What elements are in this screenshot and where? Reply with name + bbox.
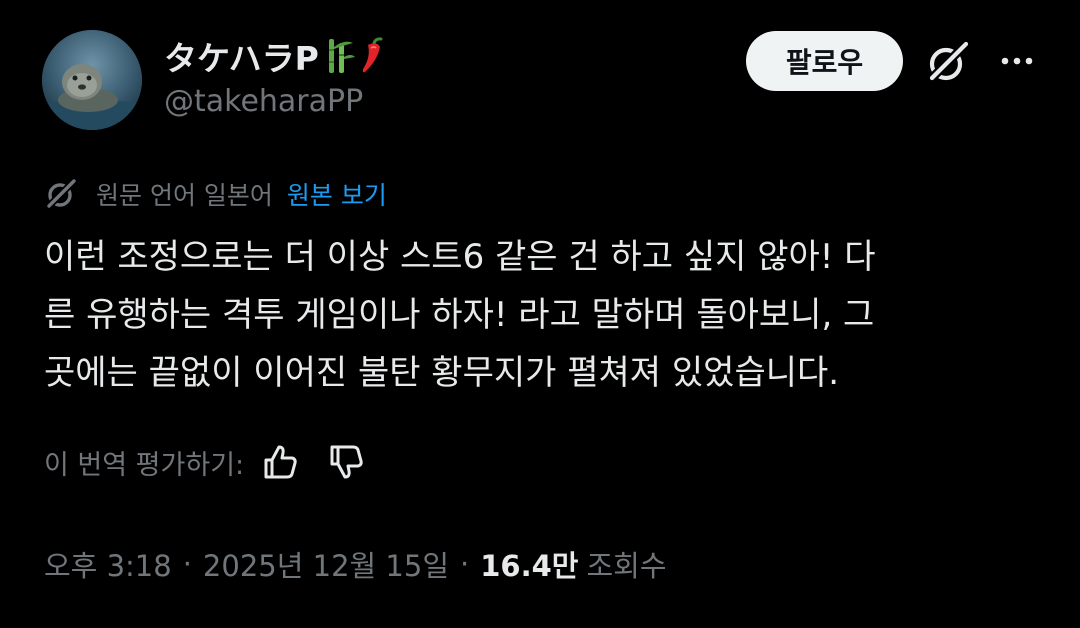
translation-notice: 원문 언어 일본어 원본 보기 [44, 174, 387, 214]
more-options-button[interactable] [996, 48, 1038, 74]
bamboo-icon [328, 39, 355, 73]
tweet-date[interactable]: 2025년 12월 15일 [203, 543, 449, 585]
meta-separator: · [460, 547, 470, 581]
tweet-time[interactable]: 오후 3:18 [44, 543, 172, 585]
author-name-row[interactable]: タケハラP [164, 34, 385, 78]
grok-translate-icon [45, 177, 78, 210]
chili-pepper-icon [362, 37, 383, 73]
tweet-text-line: 른 유행하는 격투 게임이나 하자! 라고 말하며 돌아보니, 그 [44, 295, 875, 335]
avatar[interactable] [42, 30, 142, 130]
author-display-name[interactable]: タケハラP [164, 32, 319, 80]
grok-icon [927, 39, 971, 83]
grok-button[interactable] [924, 38, 972, 86]
tweet-text-line: 곳에는 끝없이 이어진 불탄 황무지가 펼쳐져 있었습니다. [44, 353, 840, 393]
rate-translation-label: 이 번역 평가하기: [44, 449, 245, 481]
author-handle[interactable]: @takeharaPP [164, 84, 363, 119]
avatar-seal-image [42, 30, 142, 130]
thumbs-up-icon[interactable] [260, 442, 300, 482]
more-dots-icon [1001, 57, 1033, 65]
tweet-meta: 오후 3:18 · 2025년 12월 15일 · 16.4만 조회수 [44, 542, 667, 586]
rate-translation-row: 이 번역 평가하기: [44, 440, 366, 484]
translation-source-language: 원문 언어 일본어 [96, 181, 273, 210]
tweet-text-line: 이런 조정으로는 더 이상 스트6 같은 건 하고 싶지 않아! 다 [44, 237, 876, 277]
meta-separator: · [182, 547, 192, 581]
tweet-text: 이런 조정으로는 더 이상 스트6 같은 건 하고 싶지 않아! 다 른 유행하… [44, 228, 1044, 402]
thumbs-down-icon[interactable] [326, 442, 366, 482]
view-count[interactable]: 16.4만 [480, 543, 578, 585]
view-original-link[interactable]: 원본 보기 [287, 176, 387, 212]
views-label: 조회수 [586, 549, 667, 583]
follow-button[interactable]: 팔로우 [746, 31, 903, 91]
